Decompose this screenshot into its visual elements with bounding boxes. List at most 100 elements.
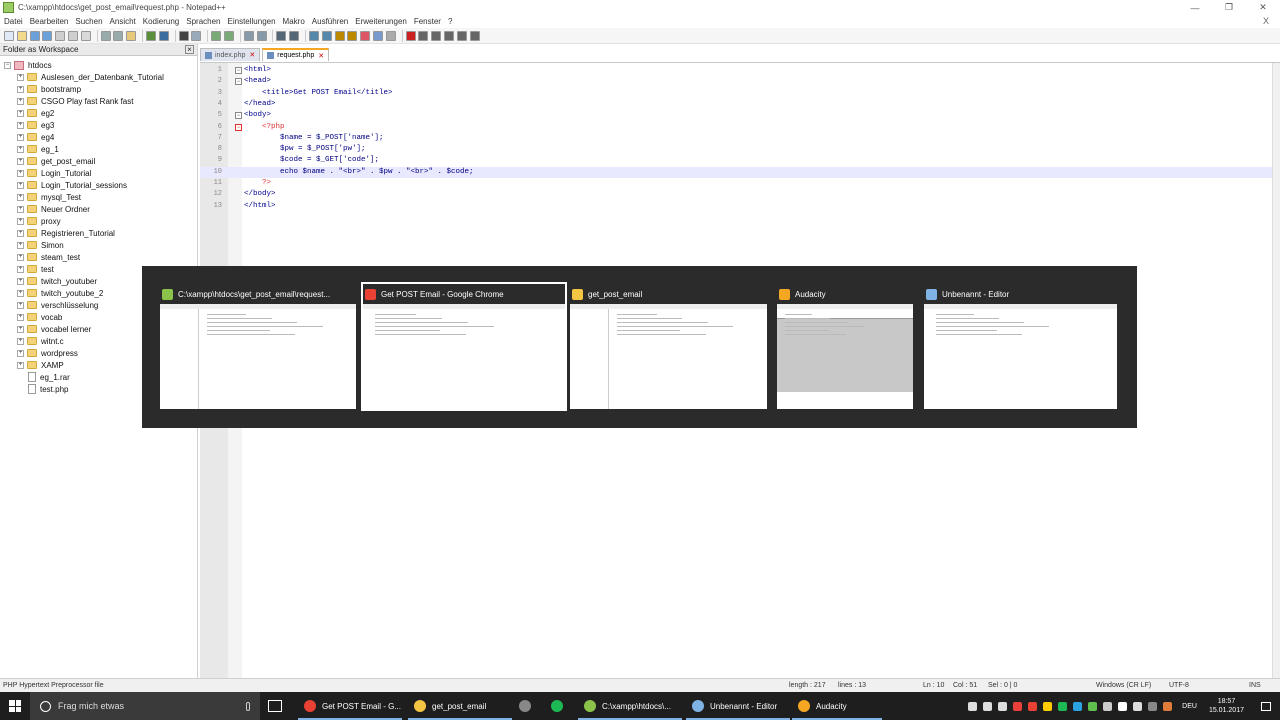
toolbar-button-icon[interactable] — [385, 30, 396, 41]
taskbar-app-button[interactable]: Unbenannt - Editor — [686, 692, 790, 720]
fold-toggle-icon[interactable]: − — [235, 67, 242, 74]
tab-request-php[interactable]: request.php ✕ — [262, 48, 330, 61]
menu-makro[interactable]: Makro — [280, 17, 308, 26]
tray-icon[interactable] — [968, 701, 978, 711]
toolbar-button-icon[interactable] — [456, 30, 467, 41]
menu-einstellungen[interactable]: Einstellungen — [225, 17, 279, 26]
maximize-button[interactable]: ❐ — [1212, 0, 1246, 15]
expand-icon[interactable]: + — [17, 157, 24, 165]
expand-icon[interactable]: + — [17, 121, 24, 129]
tree-folder-item[interactable]: + eg_1 — [17, 143, 59, 155]
toolbar-button-icon[interactable] — [334, 30, 345, 41]
toolbar-button-icon[interactable] — [42, 30, 53, 41]
toolbar-button-icon[interactable] — [243, 30, 254, 41]
tree-folder-item[interactable]: + mysql_Test — [17, 191, 81, 203]
taskbar-app-button[interactable]: Audacity — [792, 692, 882, 720]
switcher-window-item[interactable]: Audacity — [777, 284, 913, 409]
code-line[interactable]: 11 ?> — [200, 178, 1280, 189]
switcher-window-item[interactable]: Unbenannt - Editor — [924, 284, 1117, 409]
code-line[interactable]: 4 </head> — [200, 99, 1280, 110]
tray-icon[interactable] — [998, 701, 1008, 711]
tray-icon[interactable] — [983, 701, 993, 711]
expand-icon[interactable]: + — [17, 313, 24, 321]
toolbar-button-icon[interactable] — [158, 30, 169, 41]
tree-folder-item[interactable]: + twitch_youtuber — [17, 275, 97, 287]
taskbar-app-button[interactable]: get_post_email — [408, 692, 512, 720]
tree-folder-item[interactable]: + bootstramp — [17, 83, 81, 95]
tree-folder-item[interactable]: + proxy — [17, 215, 61, 227]
toolbar-button-icon[interactable] — [223, 30, 234, 41]
expand-icon[interactable]: + — [17, 349, 24, 357]
tree-folder-item[interactable]: + eg2 — [17, 107, 54, 119]
toolbar-button-icon[interactable] — [256, 30, 267, 41]
taskbar-app-button[interactable]: C:\xampp\htdocs\... — [578, 692, 682, 720]
tree-file-item[interactable]: test.php — [28, 383, 68, 395]
toolbar-button-icon[interactable] — [418, 30, 429, 41]
toolbar-button-icon[interactable] — [178, 30, 189, 41]
tree-folder-item[interactable]: + vocab — [17, 311, 62, 323]
tree-folder-item[interactable]: + eg3 — [17, 119, 54, 131]
expand-icon[interactable]: + — [17, 325, 24, 333]
code-line-current[interactable]: 10 echo $name . "<br>" . $pw . "<br>" . … — [200, 166, 1280, 178]
toolbar-button-icon[interactable] — [443, 30, 454, 41]
switcher-window-item[interactable]: C:\xampp\htdocs\get_post_email\request..… — [160, 284, 356, 409]
expand-icon[interactable]: + — [17, 85, 24, 93]
vertical-scrollbar[interactable] — [1272, 63, 1280, 679]
code-line[interactable]: 7 $name = $_POST['name']; — [200, 133, 1280, 144]
code-line[interactable]: 13 </html> — [200, 201, 1280, 212]
toolbar-button-icon[interactable] — [113, 30, 124, 41]
expand-icon[interactable]: + — [17, 181, 24, 189]
tree-folder-item[interactable]: + eg4 — [17, 131, 54, 143]
expand-icon[interactable]: + — [17, 289, 24, 297]
expand-icon[interactable]: + — [17, 97, 24, 105]
menu-fenster[interactable]: Fenster — [411, 17, 444, 26]
action-center-icon[interactable] — [1261, 701, 1271, 711]
tray-icon[interactable] — [1103, 701, 1113, 711]
code-line[interactable]: 6 − <?php — [200, 122, 1280, 133]
tree-folder-item[interactable]: + CSGO Play fast Rank fast — [17, 95, 133, 107]
tree-folder-item[interactable]: + Neuer Ordner — [17, 203, 90, 215]
expand-icon[interactable]: + — [17, 301, 24, 309]
toolbar-button-icon[interactable] — [308, 30, 319, 41]
expand-icon[interactable]: + — [17, 133, 24, 141]
toolbar-button-icon[interactable] — [211, 30, 222, 41]
expand-icon[interactable]: + — [17, 217, 24, 225]
close-tab-icon[interactable]: ✕ — [249, 51, 255, 59]
fold-toggle-icon[interactable]: − — [235, 112, 242, 120]
code-line[interactable]: 3 <title>Get POST Email</title> — [200, 88, 1280, 99]
tree-folder-item[interactable]: + test — [17, 263, 54, 275]
tree-folder-item[interactable]: + vocabel lerner — [17, 323, 91, 335]
tree-folder-item[interactable]: + witnt.c — [17, 335, 64, 347]
toolbar-button-icon[interactable] — [100, 30, 111, 41]
expand-icon[interactable]: + — [17, 337, 24, 345]
code-line[interactable]: 9 $code = $_GET['code']; — [200, 155, 1280, 166]
fold-toggle-icon[interactable]: − — [235, 123, 242, 131]
taskbar-app-button[interactable] — [513, 692, 541, 720]
microphone-icon[interactable] — [246, 701, 250, 711]
toolbar-button-icon[interactable] — [126, 30, 137, 41]
toolbar-button-icon[interactable] — [372, 30, 383, 41]
expand-icon[interactable]: + — [17, 145, 24, 153]
tree-folder-item[interactable]: + Auslesen_der_Datenbank_Tutorial — [17, 71, 164, 83]
tray-icon[interactable] — [1013, 701, 1023, 711]
toolbar-button-icon[interactable] — [16, 30, 27, 41]
menu-help[interactable]: ? — [445, 17, 455, 26]
close-document-icon[interactable]: X — [1260, 16, 1272, 26]
tray-icon[interactable] — [1133, 701, 1143, 711]
tray-icon[interactable] — [1148, 701, 1158, 711]
tab-index-php[interactable]: index.php ✕ — [200, 48, 261, 61]
tree-folder-item[interactable]: + Simon — [17, 239, 64, 251]
panel-close-button[interactable]: × — [185, 45, 194, 54]
taskbar-app-button[interactable] — [545, 692, 573, 720]
expand-icon[interactable]: + — [17, 265, 24, 273]
toolbar-button-icon[interactable] — [80, 30, 91, 41]
tree-folder-item[interactable]: + get_post_email — [17, 155, 95, 167]
expand-icon[interactable]: + — [17, 277, 24, 285]
toolbar-button-icon[interactable] — [405, 30, 416, 41]
tree-folder-item[interactable]: + Login_Tutorial_sessions — [17, 179, 127, 191]
code-line[interactable]: 2 − <head> — [200, 76, 1280, 87]
expand-icon[interactable]: + — [17, 241, 24, 249]
expand-icon[interactable]: + — [17, 193, 24, 201]
code-line[interactable]: 1 − <html> — [200, 65, 1280, 76]
toolbar-button-icon[interactable] — [469, 30, 480, 41]
